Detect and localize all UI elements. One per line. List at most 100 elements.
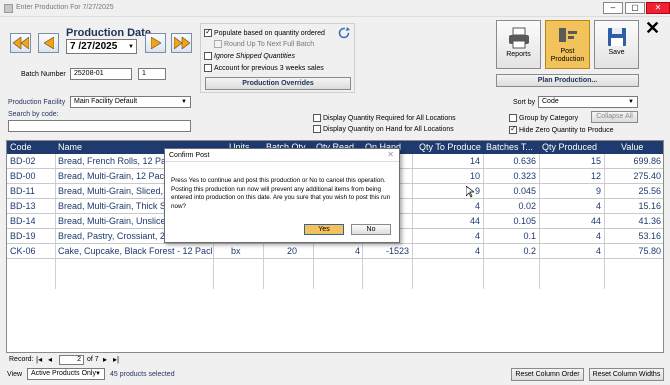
reset-column-order-button[interactable]: Reset Column Order (511, 368, 584, 381)
collapse-all-button[interactable]: Collapse All (591, 111, 638, 123)
previous-day-button[interactable] (38, 33, 59, 53)
cell-code[interactable]: CK-06 (10, 246, 54, 256)
minimize-button[interactable]: – (603, 2, 623, 14)
round-up-checkbox[interactable]: Round Up To Next Full Batch (214, 40, 314, 48)
cell-name[interactable]: Cake, Cupcake, Black Forest - 12 Pack (58, 246, 212, 256)
batch-count-input[interactable]: 1 (138, 68, 166, 80)
display-on-hand-label: Display Quantity on Hand for All Locatio… (323, 125, 454, 133)
record-label: Record: (9, 356, 34, 363)
cell-batch[interactable]: 20 (265, 246, 297, 256)
last-record-button[interactable]: ▸| (113, 355, 119, 364)
cell-code[interactable]: BD-11 (10, 186, 54, 196)
cell-read[interactable]: 4 (315, 246, 360, 256)
reset-column-widths-button[interactable]: Reset Column Widths (589, 368, 664, 381)
ignore-shipped-label: Ignore Shipped Quantities (214, 52, 295, 60)
save-button[interactable]: Save (594, 20, 639, 69)
cell-batches[interactable]: 0.02 (485, 201, 536, 211)
production-overrides-button[interactable]: Production Overrides (205, 77, 351, 90)
previous-record-button[interactable]: ◂ (48, 355, 52, 364)
checkbox-icon (509, 114, 517, 122)
cell-value[interactable]: 275.40 (606, 171, 661, 181)
header-batches[interactable]: Batches T... (486, 142, 533, 152)
populate-checkbox[interactable]: Populate based on quantity ordered (204, 27, 325, 37)
sort-select[interactable]: Code ▼ (538, 96, 638, 108)
cell-value[interactable]: 75.80 (606, 246, 661, 256)
cell-produced[interactable]: 4 (541, 201, 601, 211)
display-required-checkbox[interactable]: Display Quantity Required for All Locati… (313, 114, 456, 122)
window-close-button[interactable]: ✕ (646, 2, 670, 14)
cell-produced[interactable]: 12 (541, 171, 601, 181)
cell-code[interactable]: BD-00 (10, 171, 54, 181)
cell-produce[interactable]: 14 (414, 156, 480, 166)
save-label: Save (608, 49, 625, 56)
checkbox-icon (204, 52, 212, 60)
post-production-button[interactable]: Post Production (545, 20, 590, 69)
production-date-label: Production Date (66, 27, 151, 39)
cell-batches[interactable]: 0.323 (485, 171, 536, 181)
hide-zero-label: Hide Zero Quantity to Produce (519, 126, 614, 134)
cell-produce[interactable]: 4 (414, 231, 480, 241)
production-date-picker[interactable]: 7 /27/2025 ▼ (66, 39, 137, 54)
yes-button[interactable]: Yes (304, 224, 344, 235)
cell-value[interactable]: 699.86 (606, 156, 661, 166)
hide-zero-checkbox[interactable]: Hide Zero Quantity to Produce (509, 124, 614, 134)
cell-code[interactable]: BD-19 (10, 231, 54, 241)
cell-produce[interactable]: 4 (414, 201, 480, 211)
batch-number-input[interactable]: 25208-01 (70, 68, 132, 80)
view-select[interactable]: Active Products Only ▼ (27, 368, 105, 380)
cell-onhand[interactable]: -1523 (364, 246, 409, 256)
cell-code[interactable]: BD-13 (10, 201, 54, 211)
cell-code[interactable]: BD-14 (10, 216, 54, 226)
batch-number-label: Batch Number (21, 71, 66, 78)
display-on-hand-checkbox[interactable]: Display Quantity on Hand for All Locatio… (313, 125, 454, 133)
cell-produced[interactable]: 9 (541, 186, 601, 196)
account-previous-checkbox[interactable]: Account for previous 3 weeks sales (204, 64, 324, 72)
record-number-input[interactable]: 2 (59, 355, 84, 365)
cell-produce[interactable]: 4 (414, 246, 480, 256)
header-value[interactable]: Value (621, 142, 643, 152)
next-record-button[interactable]: ▸ (103, 355, 107, 364)
floppy-disk-icon (607, 28, 626, 46)
reports-label: Reports (506, 51, 531, 58)
plan-production-button[interactable]: Plan Production... (496, 74, 639, 87)
window-title: Enter Production For 7/27/2025 (16, 4, 114, 11)
cell-batches[interactable]: 0.045 (485, 186, 536, 196)
group-by-category-checkbox[interactable]: Group by Category (509, 114, 578, 122)
cell-produced[interactable]: 4 (541, 231, 601, 241)
reports-button[interactable]: Reports (496, 20, 541, 69)
cell-units[interactable]: bx (231, 246, 261, 256)
cell-batches[interactable]: 0.636 (485, 156, 536, 166)
cell-value[interactable]: 25.56 (606, 186, 661, 196)
cell-value[interactable]: 15.16 (606, 201, 661, 211)
products-selected-status: 45 products selected (110, 371, 175, 378)
header-name[interactable]: Name (58, 142, 82, 152)
refresh-icon[interactable] (338, 27, 350, 41)
cell-value[interactable]: 41.36 (606, 216, 661, 226)
next-day-button[interactable] (145, 33, 166, 53)
cell-produced[interactable]: 44 (541, 216, 601, 226)
search-input[interactable] (8, 120, 191, 132)
cell-batches[interactable]: 0.1 (485, 231, 536, 241)
first-record-button[interactable]: |◂ (36, 355, 42, 364)
header-qty-to-produce[interactable]: Qty To Produce (419, 142, 481, 152)
last-day-button[interactable] (171, 33, 192, 53)
header-qty-produced[interactable]: Qty Produced (542, 142, 597, 152)
first-day-button[interactable] (10, 33, 31, 53)
facility-select[interactable]: Main Facility Default ▼ (70, 96, 191, 108)
cell-produce[interactable]: 10 (414, 171, 480, 181)
cell-code[interactable]: BD-02 (10, 156, 54, 166)
ignore-shipped-checkbox[interactable]: Ignore Shipped Quantities (204, 52, 295, 60)
maximize-button[interactable]: ▢ (625, 2, 645, 14)
table-row[interactable]: CK-06 Cake, Cupcake, Black Forest - 12 Pa… (7, 244, 663, 259)
dialog-close-icon[interactable]: ✕ (387, 150, 394, 159)
header-code[interactable]: Code (10, 142, 32, 152)
cell-batches[interactable]: 0.105 (485, 216, 536, 226)
cell-produced[interactable]: 4 (541, 246, 601, 256)
close-icon[interactable]: ✕ (645, 18, 660, 39)
no-button[interactable]: No (351, 224, 391, 235)
post-production-label: Post Production (550, 48, 585, 63)
cell-value[interactable]: 53.16 (606, 231, 661, 241)
cell-produce[interactable]: 44 (414, 216, 480, 226)
cell-produced[interactable]: 15 (541, 156, 601, 166)
cell-batches[interactable]: 0.2 (485, 246, 536, 256)
